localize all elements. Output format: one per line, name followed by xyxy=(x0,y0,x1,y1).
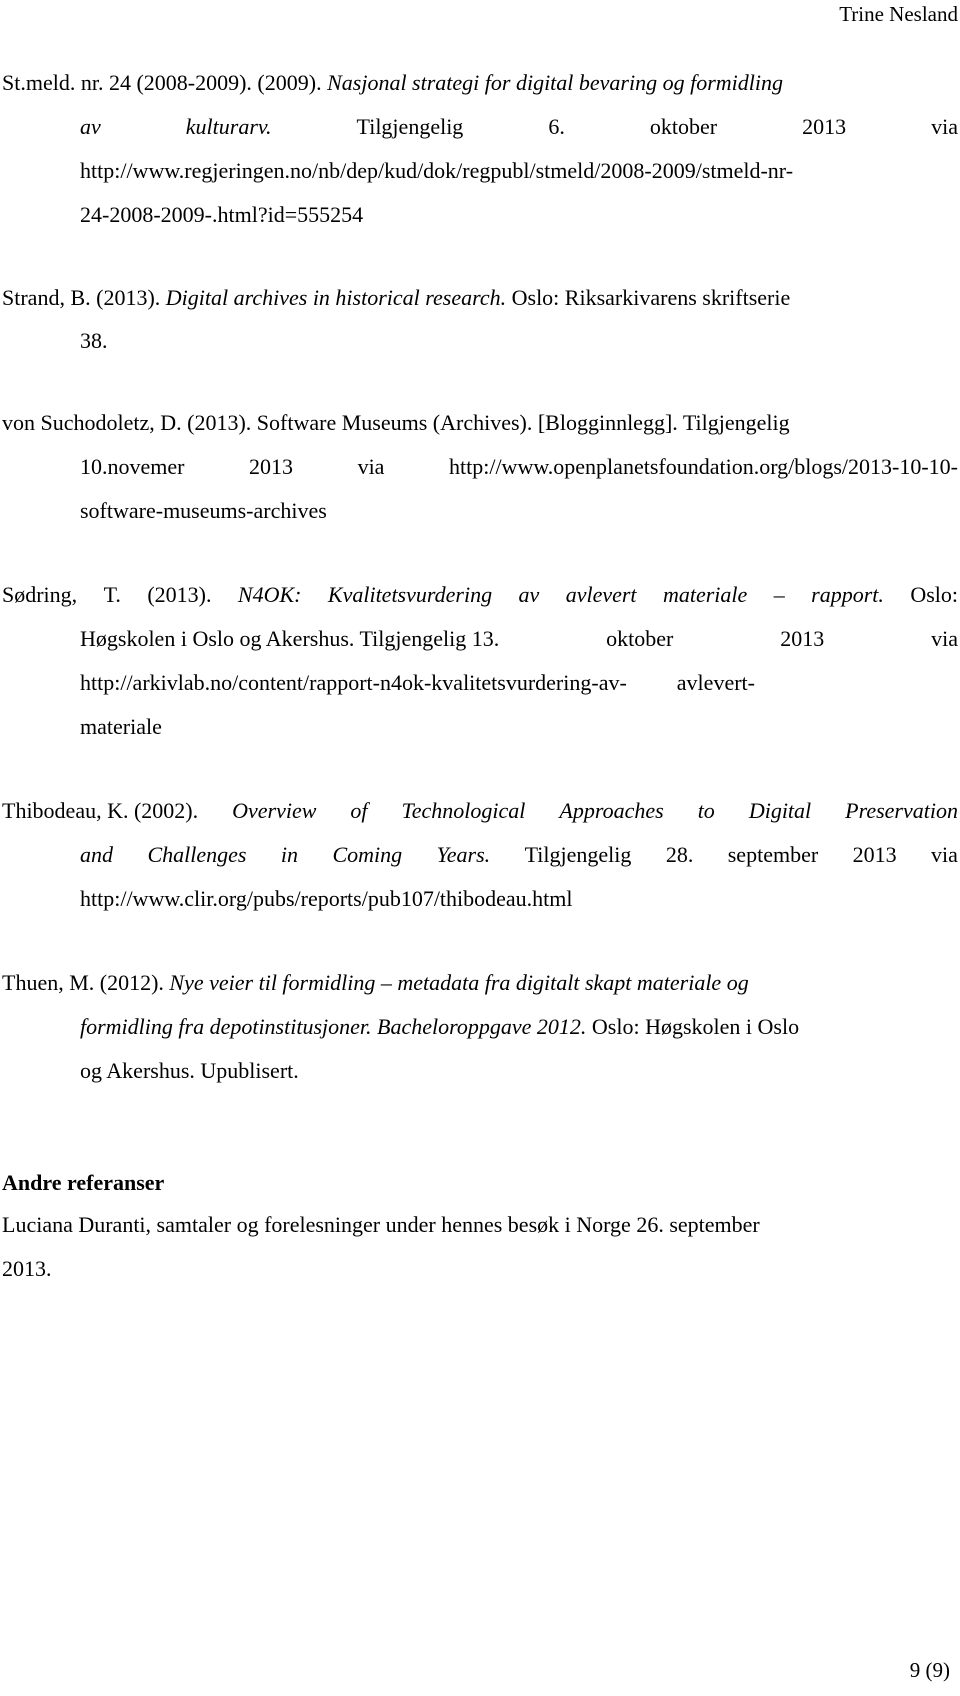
word: 10.novemer xyxy=(80,454,185,479)
reference-source: Thibodeau, K. (2002). xyxy=(2,798,199,823)
word: 2013 xyxy=(852,842,897,867)
reference-publisher: Oslo: Riksarkivarens skriftserie xyxy=(506,285,791,310)
reference-publisher: Oslo: Høgskolen i Oslo xyxy=(586,1014,800,1039)
reference-title: Nasjonal strategi for digital bevaring o… xyxy=(327,70,784,95)
word: Oslo: xyxy=(910,582,958,607)
reference-line: Strand, B. (2013). Digital archives in h… xyxy=(2,285,958,311)
word: 2013 xyxy=(802,114,847,139)
reference-line: 10.novemer 2013 via http://www.openplane… xyxy=(80,454,958,480)
word: T. xyxy=(103,582,121,607)
reference-line: Høgskolen i Oslo og Akershus. Tilgjengel… xyxy=(80,626,958,652)
word: via xyxy=(931,626,958,651)
word: Sødring, xyxy=(2,582,78,607)
word: 28. xyxy=(665,842,694,867)
reference-title: Years. xyxy=(436,842,491,867)
word: oktober xyxy=(649,114,718,139)
reference-url: http://arkivlab.no/content/rapport-n4ok-… xyxy=(80,670,627,695)
reference-source: St.meld. nr. 24 (2008-2009). (2009). xyxy=(2,70,328,95)
word: via xyxy=(931,114,958,139)
reference-title: Coming xyxy=(332,842,403,867)
word: Tilgjengelig xyxy=(524,842,632,867)
reference-title: N4OK: xyxy=(237,582,302,607)
reference-title: Technological xyxy=(401,798,526,823)
reference-title: Digital xyxy=(748,798,812,823)
reference-line: formidling fra depotinstitusjoner. Bache… xyxy=(80,1014,958,1040)
reference-line: 38. xyxy=(80,328,108,353)
reference-title: rapport. xyxy=(811,582,884,607)
reference-title: materiale xyxy=(662,582,748,607)
section-heading: Andre referanser xyxy=(2,1170,165,1195)
word: via xyxy=(357,454,385,479)
reference-line: Thibodeau, K. (2002). Overview of Techno… xyxy=(2,798,958,824)
reference-line: von Suchodoletz, D. (2013). Software Mus… xyxy=(2,410,790,435)
reference-url: http://www.regjeringen.no/nb/dep/kud/dok… xyxy=(80,158,794,183)
reference-title: in xyxy=(280,842,298,867)
reference-url: http://www.openplanetsfoundation.org/blo… xyxy=(449,454,958,479)
reference-title: av xyxy=(518,582,540,607)
reference-title: avlevert xyxy=(565,582,637,607)
reference-title: formidling fra depotinstitusjoner. Bache… xyxy=(80,1014,587,1039)
reference-line: http://arkivlab.no/content/rapport-n4ok-… xyxy=(80,670,958,696)
other-reference-line: 2013. xyxy=(2,1256,52,1281)
reference-title: Kvalitetsvurdering xyxy=(327,582,493,607)
reference-source: Thuen, M. (2012). xyxy=(2,970,170,995)
reference-url: materiale xyxy=(80,714,162,739)
word: oktober xyxy=(606,626,674,651)
reference-url: software-museums-archives xyxy=(80,498,327,523)
page-number: 9 (9) xyxy=(909,1658,950,1682)
word: september xyxy=(727,842,819,867)
reference-title: of xyxy=(350,798,368,823)
reference-title: Approaches xyxy=(559,798,664,823)
reference-source: Strand, B. (2013). xyxy=(2,285,166,310)
reference-title: to xyxy=(697,798,715,823)
reference-line: and Challenges in Coming Years. Tilgjeng… xyxy=(80,842,958,868)
word: 2013 xyxy=(249,454,294,479)
reference-title: Nye veier til formidling – metadata fra … xyxy=(169,970,749,995)
reference-url: http://www.clir.org/pubs/reports/pub107/… xyxy=(80,886,573,911)
reference-title: Preservation xyxy=(845,798,958,823)
reference-line: av kulturarv. Tilgjengelig 6. oktober 20… xyxy=(80,114,958,140)
reference-line: St.meld. nr. 24 (2008-2009). (2009). Nas… xyxy=(2,70,958,96)
word: 6. xyxy=(548,114,565,139)
word: Høgskolen i Oslo og Akershus. Tilgjengel… xyxy=(80,626,500,651)
running-header-author: Trine Nesland xyxy=(839,2,958,26)
reference-line: og Akershus. Upublisert. xyxy=(80,1058,299,1083)
reference-title: av xyxy=(80,114,101,139)
reference-url: avlevert- xyxy=(676,670,755,695)
reference-line: Sødring, T. (2013). N4OK: Kvalitetsvurde… xyxy=(2,582,958,608)
word: Tilgjengelig xyxy=(356,114,464,139)
word: 2013 xyxy=(780,626,825,651)
word: via xyxy=(931,842,958,867)
other-reference-line: Luciana Duranti, samtaler og forelesning… xyxy=(2,1212,760,1237)
reference-url: 24-2008-2009-.html?id=555254 xyxy=(80,202,364,227)
reference-title: kulturarv. xyxy=(185,114,272,139)
reference-title: Digital archives in historical research. xyxy=(165,285,507,310)
reference-title: Challenges xyxy=(147,842,247,867)
reference-title: and xyxy=(80,842,113,867)
word: (2013). xyxy=(147,582,212,607)
reference-line: Thuen, M. (2012). Nye veier til formidli… xyxy=(2,970,958,996)
reference-title: Overview xyxy=(232,798,317,823)
reference-title: – xyxy=(773,582,785,607)
